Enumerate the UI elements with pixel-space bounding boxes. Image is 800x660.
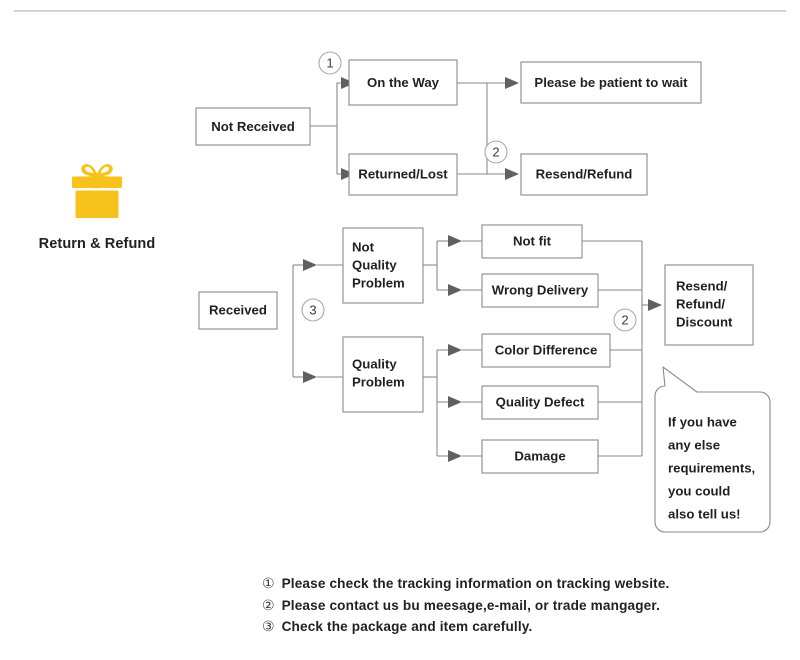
bubble-line-3: requirements,: [668, 460, 755, 475]
bubble-line-1: If you have: [668, 414, 737, 429]
node-quality-problem-line-2: Problem: [352, 374, 405, 389]
arrow-not-quality-problem: [303, 259, 317, 271]
node-on-the-way-label: On the Way: [367, 75, 440, 90]
node-damage-label: Damage: [514, 448, 565, 463]
node-please-be-patient-label: Please be patient to wait: [534, 75, 688, 90]
bubble-line-2: any else: [668, 437, 720, 452]
flowchart: Not Received 1 On the Way Returned/Lost …: [195, 51, 771, 533]
link-rail-to-on-the-way: [336, 82, 345, 126]
footnote-marker-3: ③: [262, 619, 275, 635]
footnote-row: ③ Check the package and item carefully.: [262, 619, 762, 634]
node-not-quality-problem-line-3: Problem: [352, 275, 405, 290]
footnote-row: ① Please check the tracking information …: [262, 576, 762, 591]
node-received-label: Received: [209, 302, 267, 317]
node-resend-refund-discount-line-3: Discount: [676, 314, 733, 329]
bubble-line-4: you could: [668, 483, 730, 498]
speech-bubble: If you have any else requirements, you c…: [654, 366, 771, 533]
footnote-text-1: Please check the tracking information on…: [281, 576, 670, 591]
arrow-resend-refund: [505, 168, 519, 180]
marker-label-1: 1: [326, 55, 333, 70]
arrow-color-difference: [448, 344, 462, 356]
node-quality-problem-line-1: Quality: [352, 356, 397, 371]
marker-label-3: 3: [309, 302, 316, 317]
node-color-difference-label: Color Difference: [495, 342, 598, 357]
footnote-text-2: Please contact us bu meesage,e-mail, or …: [281, 597, 661, 613]
arrow-damage: [448, 450, 462, 462]
footnote-text-3: Check the package and item carefully.: [281, 619, 533, 634]
footnote-row: ② Please contact us bu meesage,e-mail, o…: [262, 598, 762, 613]
bubble-line-5: also tell us!: [668, 506, 741, 521]
node-not-quality-problem-line-1: Not: [352, 239, 375, 254]
node-quality-defect-label: Quality Defect: [496, 394, 585, 409]
arrow-quality-defect: [448, 396, 462, 408]
node-resend-refund-discount-line-2: Refund/: [676, 296, 725, 311]
arrow-quality-problem: [303, 371, 317, 383]
node-not-fit-label: Not fit: [513, 233, 552, 248]
branch-not-received: Not Received 1 On the Way Returned/Lost …: [195, 51, 702, 196]
page-root: Return & Refund Not Received 1 On the Wa…: [0, 0, 800, 660]
arrow-not-fit: [448, 235, 462, 247]
node-wrong-delivery-label: Wrong Delivery: [492, 282, 589, 297]
link-rail-to-returned-lost: [336, 126, 345, 175]
arrow-outcome: [648, 299, 662, 311]
node-resend-refund-discount-line-1: Resend/: [676, 278, 728, 293]
marker-label-2-bottom: 2: [621, 312, 628, 327]
footnotes: ① Please check the tracking information …: [262, 576, 762, 641]
node-resend-refund-label: Resend/Refund: [536, 166, 633, 181]
arrow-patient-wait: [505, 77, 519, 89]
node-not-received-label: Not Received: [211, 119, 295, 134]
marker-label-2-top: 2: [492, 144, 499, 159]
footnote-marker-1: ①: [262, 576, 275, 592]
node-not-quality-problem-line-2: Quality: [352, 257, 397, 272]
node-returned-lost-label: Returned/Lost: [358, 166, 448, 181]
footnote-marker-2: ②: [262, 597, 275, 614]
arrow-wrong-delivery: [448, 284, 462, 296]
